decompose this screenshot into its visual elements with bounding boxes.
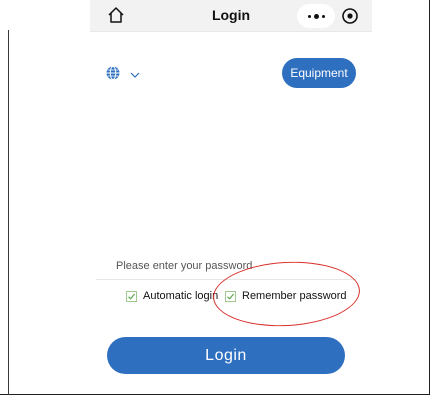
checkbox-checked-icon	[126, 290, 137, 302]
remember-password-label: Remember password	[242, 290, 347, 302]
language-selector[interactable]	[105, 65, 145, 86]
divider	[8, 30, 9, 395]
login-button[interactable]: Login	[107, 337, 345, 374]
password-input[interactable]	[96, 256, 356, 280]
chevron-down-icon	[130, 66, 140, 84]
equipment-button[interactable]: Equipment	[282, 58, 356, 88]
remember-password-checkbox[interactable]: Remember password	[225, 289, 347, 303]
more-dots-icon[interactable]	[297, 4, 335, 28]
globe-icon	[105, 65, 121, 86]
mini-program-capsule	[297, 4, 367, 28]
target-icon[interactable]	[340, 6, 360, 26]
navigation-bar: Login	[90, 0, 372, 32]
phone-frame	[0, 0, 430, 395]
automatic-login-checkbox[interactable]: Automatic login	[126, 289, 218, 303]
automatic-login-label: Automatic login	[143, 290, 219, 302]
checkbox-checked-icon	[225, 290, 236, 302]
